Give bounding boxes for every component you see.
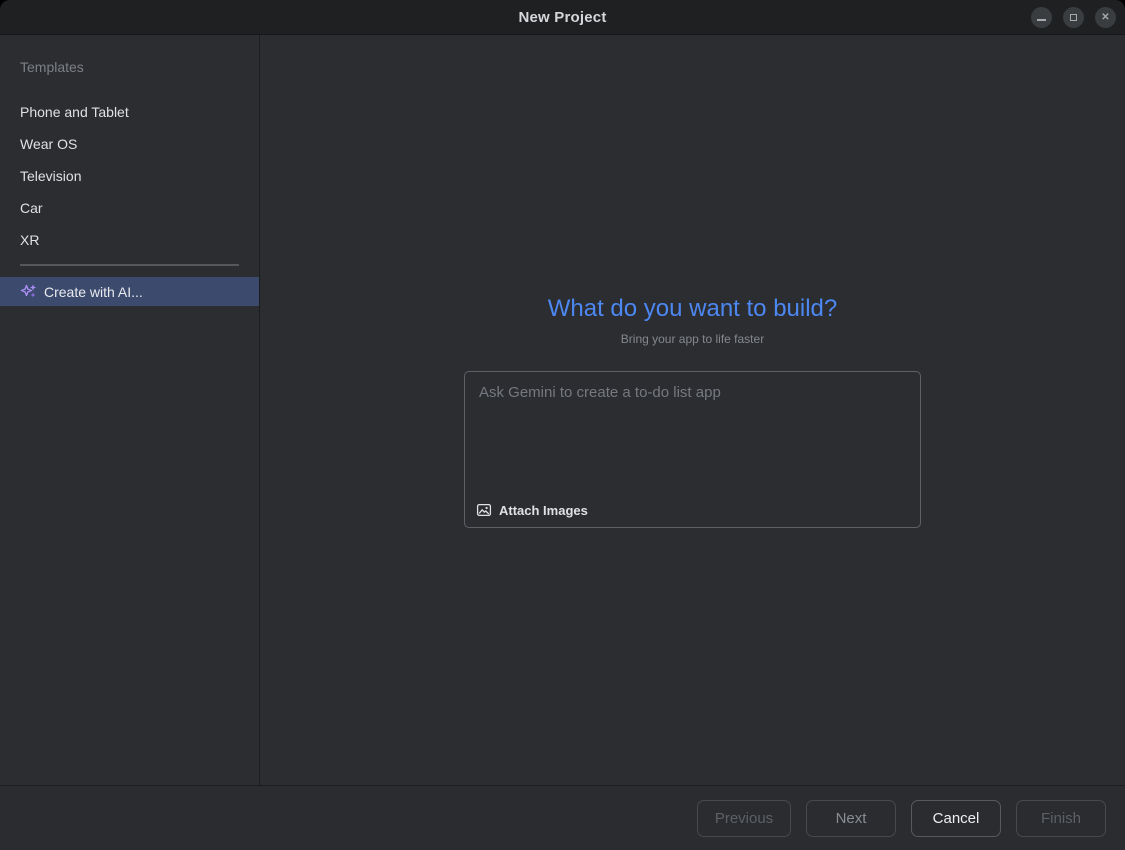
attach-images-label: Attach Images	[499, 503, 588, 518]
attach-images-button[interactable]: Attach Images	[476, 502, 588, 518]
image-picture-icon	[476, 502, 492, 518]
previous-button[interactable]: Previous	[697, 800, 791, 837]
maximize-button[interactable]	[1063, 7, 1084, 28]
sidebar-divider	[20, 264, 239, 266]
minimize-icon	[1037, 19, 1046, 21]
sidebar-header: Templates	[20, 59, 259, 76]
new-project-dialog: New Project ✕ Templates Phone and Tablet…	[0, 0, 1125, 850]
finish-button[interactable]: Finish	[1016, 800, 1106, 837]
dialog-content: Templates Phone and Tablet Wear OS Telev…	[0, 35, 1125, 785]
sidebar-item-create-with-ai[interactable]: Create with AI...	[0, 277, 259, 306]
sidebar-item-phone-and-tablet[interactable]: Phone and Tablet	[0, 96, 259, 128]
template-list: Phone and Tablet Wear OS Television Car …	[0, 96, 259, 256]
dialog-footer: Previous Next Cancel Finish	[0, 785, 1125, 850]
gemini-prompt-input[interactable]	[465, 372, 920, 482]
next-button[interactable]: Next	[806, 800, 896, 837]
sidebar-item-car[interactable]: Car	[0, 192, 259, 224]
page-subtitle: Bring your app to life faster	[621, 332, 764, 346]
maximize-icon	[1070, 14, 1077, 21]
cancel-button[interactable]: Cancel	[911, 800, 1001, 837]
title-bar: New Project ✕	[0, 0, 1125, 35]
close-icon: ✕	[1101, 13, 1109, 23]
minimize-button[interactable]	[1031, 7, 1052, 28]
sidebar-item-wear-os[interactable]: Wear OS	[0, 128, 259, 160]
sidebar-item-television[interactable]: Television	[0, 160, 259, 192]
templates-sidebar: Templates Phone and Tablet Wear OS Telev…	[0, 35, 260, 785]
window-controls: ✕	[1031, 0, 1116, 35]
create-with-ai-panel: What do you want to build? Bring your ap…	[260, 35, 1125, 785]
sidebar-item-label: Create with AI...	[44, 284, 143, 300]
gemini-prompt-box: Attach Images	[464, 371, 921, 528]
sidebar-item-xr[interactable]: XR	[0, 224, 259, 256]
gemini-sparkle-icon	[20, 283, 37, 300]
close-button[interactable]: ✕	[1095, 7, 1116, 28]
page-title: What do you want to build?	[548, 295, 838, 323]
window-title: New Project	[518, 9, 606, 26]
